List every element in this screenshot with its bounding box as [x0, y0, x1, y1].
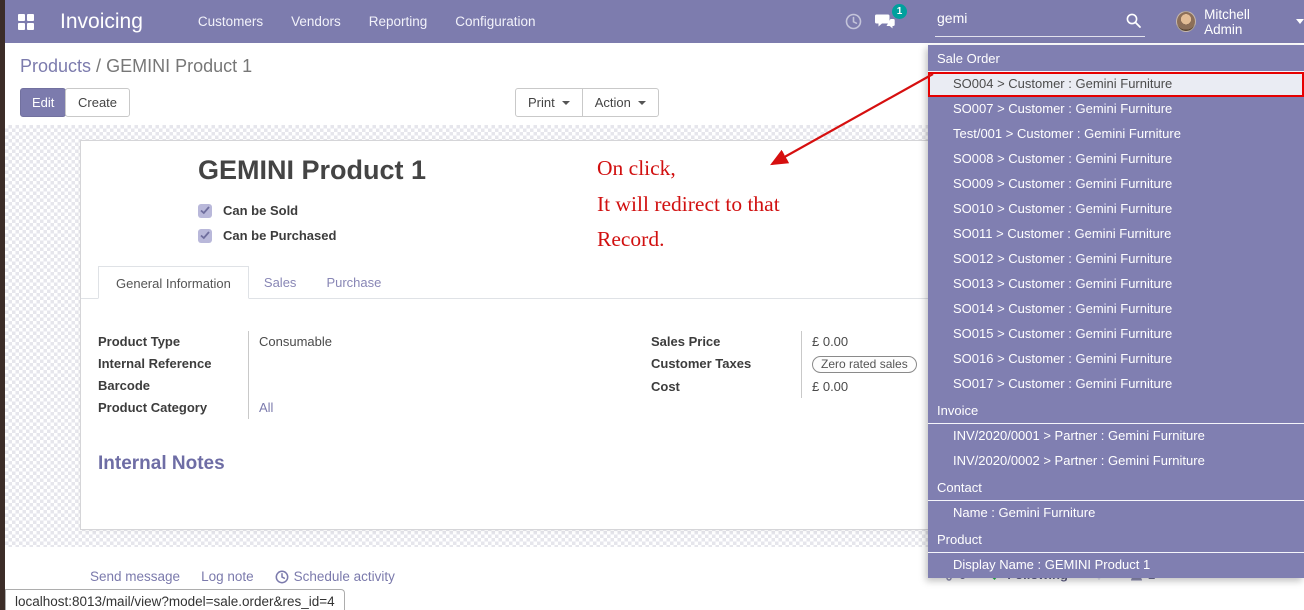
- breadcrumb-products-link[interactable]: Products: [20, 56, 91, 76]
- user-menu[interactable]: Mitchell Admin: [1176, 0, 1304, 43]
- field-label: Barcode: [98, 375, 248, 397]
- activities-clock-icon[interactable]: [845, 13, 862, 30]
- search-result-test001[interactable]: Test/001 > Customer : Gemini Furniture: [928, 122, 1304, 147]
- top-navbar: Invoicing Customers Vendors Reporting Co…: [0, 0, 1304, 43]
- field-label: Cost: [651, 376, 801, 398]
- can-be-sold-row: Can be Sold: [198, 203, 298, 218]
- message-count-badge[interactable]: 1: [892, 4, 907, 19]
- field-product-type: Product Type Consumable: [98, 331, 498, 353]
- section-header-sale-order: Sale Order: [928, 45, 1304, 72]
- breadcrumb-separator: /: [91, 56, 106, 76]
- field-value: [248, 353, 498, 375]
- clock-icon: [275, 570, 289, 584]
- chevron-down-icon: [1296, 19, 1304, 24]
- window-edge-strip: [0, 0, 5, 610]
- field-barcode: Barcode: [98, 375, 498, 397]
- field-label: Product Category: [98, 397, 248, 419]
- menu-reporting[interactable]: Reporting: [369, 14, 428, 29]
- field-value: Consumable: [248, 331, 498, 353]
- search-result-so014[interactable]: SO014 > Customer : Gemini Furniture: [928, 297, 1304, 322]
- annotation-line: On click,: [597, 151, 780, 187]
- send-message-link[interactable]: Send message: [90, 569, 180, 584]
- log-note-link[interactable]: Log note: [201, 569, 254, 584]
- edit-button[interactable]: Edit: [20, 88, 66, 117]
- main-menu: Customers Vendors Reporting Configuratio…: [198, 14, 536, 29]
- user-name: Mitchell Admin: [1204, 7, 1287, 37]
- schedule-activity-link[interactable]: Schedule activity: [275, 569, 395, 584]
- user-avatar: [1176, 11, 1196, 32]
- search-result-so004[interactable]: SO004 > Customer : Gemini Furniture: [928, 72, 1304, 97]
- search-result-so015[interactable]: SO015 > Customer : Gemini Furniture: [928, 322, 1304, 347]
- search-result-inv-0001[interactable]: INV/2020/0001 > Partner : Gemini Furnitu…: [928, 424, 1304, 449]
- can-be-purchased-label: Can be Purchased: [223, 228, 336, 243]
- search-result-so009[interactable]: SO009 > Customer : Gemini Furniture: [928, 172, 1304, 197]
- section-header-product: Product: [928, 526, 1304, 553]
- search-result-so008[interactable]: SO008 > Customer : Gemini Furniture: [928, 147, 1304, 172]
- product-title: GEMINI Product 1: [198, 155, 426, 186]
- search-result-so011[interactable]: SO011 > Customer : Gemini Furniture: [928, 222, 1304, 247]
- can-be-purchased-row: Can be Purchased: [198, 228, 336, 243]
- tab-sales[interactable]: Sales: [249, 266, 312, 298]
- print-dropdown-button[interactable]: Print: [515, 88, 583, 117]
- section-header-contact: Contact: [928, 474, 1304, 501]
- section-header-invoice: Invoice: [928, 397, 1304, 424]
- apps-grid-icon[interactable]: [18, 14, 34, 30]
- breadcrumb-current: GEMINI Product 1: [106, 56, 252, 76]
- tab-purchase[interactable]: Purchase: [311, 266, 396, 298]
- can-be-purchased-checkbox[interactable]: [198, 229, 212, 243]
- search-result-so013[interactable]: SO013 > Customer : Gemini Furniture: [928, 272, 1304, 297]
- search-result-contact[interactable]: Name : Gemini Furniture: [928, 501, 1304, 526]
- field-label: Customer Taxes: [651, 353, 801, 376]
- can-be-sold-label: Can be Sold: [223, 203, 298, 218]
- search-result-inv-0002[interactable]: INV/2020/0002 > Partner : Gemini Furnitu…: [928, 449, 1304, 474]
- annotation-line: It will redirect to that: [597, 187, 780, 223]
- chevron-down-icon: [638, 101, 646, 105]
- status-bar-url: localhost:8013/mail/view?model=sale.orde…: [5, 589, 345, 610]
- global-search: [935, 7, 1145, 37]
- tax-tag: Zero rated sales: [812, 356, 917, 373]
- menu-vendors[interactable]: Vendors: [291, 14, 341, 29]
- can-be-sold-checkbox[interactable]: [198, 204, 212, 218]
- screen: Invoicing Customers Vendors Reporting Co…: [0, 0, 1304, 610]
- field-label: Internal Reference: [98, 353, 248, 375]
- search-result-so010[interactable]: SO010 > Customer : Gemini Furniture: [928, 197, 1304, 222]
- menu-configuration[interactable]: Configuration: [455, 14, 535, 29]
- tab-general-information[interactable]: General Information: [98, 266, 249, 299]
- search-result-so017[interactable]: SO017 > Customer : Gemini Furniture: [928, 372, 1304, 397]
- field-value: [248, 375, 498, 397]
- field-label: Product Type: [98, 331, 248, 353]
- search-input[interactable]: [935, 7, 1115, 29]
- chevron-down-icon: [562, 101, 570, 105]
- breadcrumb: Products / GEMINI Product 1: [20, 56, 252, 77]
- annotation-line: Record.: [597, 222, 780, 258]
- search-results-dropdown: Sale Order SO004 > Customer : Gemini Fur…: [928, 45, 1304, 578]
- field-label: Sales Price: [651, 331, 801, 353]
- action-dropdown-button[interactable]: Action: [582, 88, 659, 117]
- internal-notes-heading: Internal Notes: [98, 453, 225, 475]
- field-group-left: Product Type Consumable Internal Referen…: [98, 331, 498, 419]
- field-product-category: Product Category All: [98, 397, 498, 419]
- product-category-link[interactable]: All: [259, 400, 273, 415]
- create-button[interactable]: Create: [65, 88, 130, 117]
- menu-customers[interactable]: Customers: [198, 14, 263, 29]
- search-result-so012[interactable]: SO012 > Customer : Gemini Furniture: [928, 247, 1304, 272]
- search-result-so016[interactable]: SO016 > Customer : Gemini Furniture: [928, 347, 1304, 372]
- search-icon[interactable]: [1125, 12, 1142, 29]
- annotation-note: On click, It will redirect to that Recor…: [597, 151, 780, 258]
- field-internal-reference: Internal Reference: [98, 353, 498, 375]
- print-action-group: Print Action: [515, 88, 659, 117]
- search-result-so007[interactable]: SO007 > Customer : Gemini Furniture: [928, 97, 1304, 122]
- app-title: Invoicing: [60, 10, 143, 34]
- search-result-product[interactable]: Display Name : GEMINI Product 1: [928, 553, 1304, 578]
